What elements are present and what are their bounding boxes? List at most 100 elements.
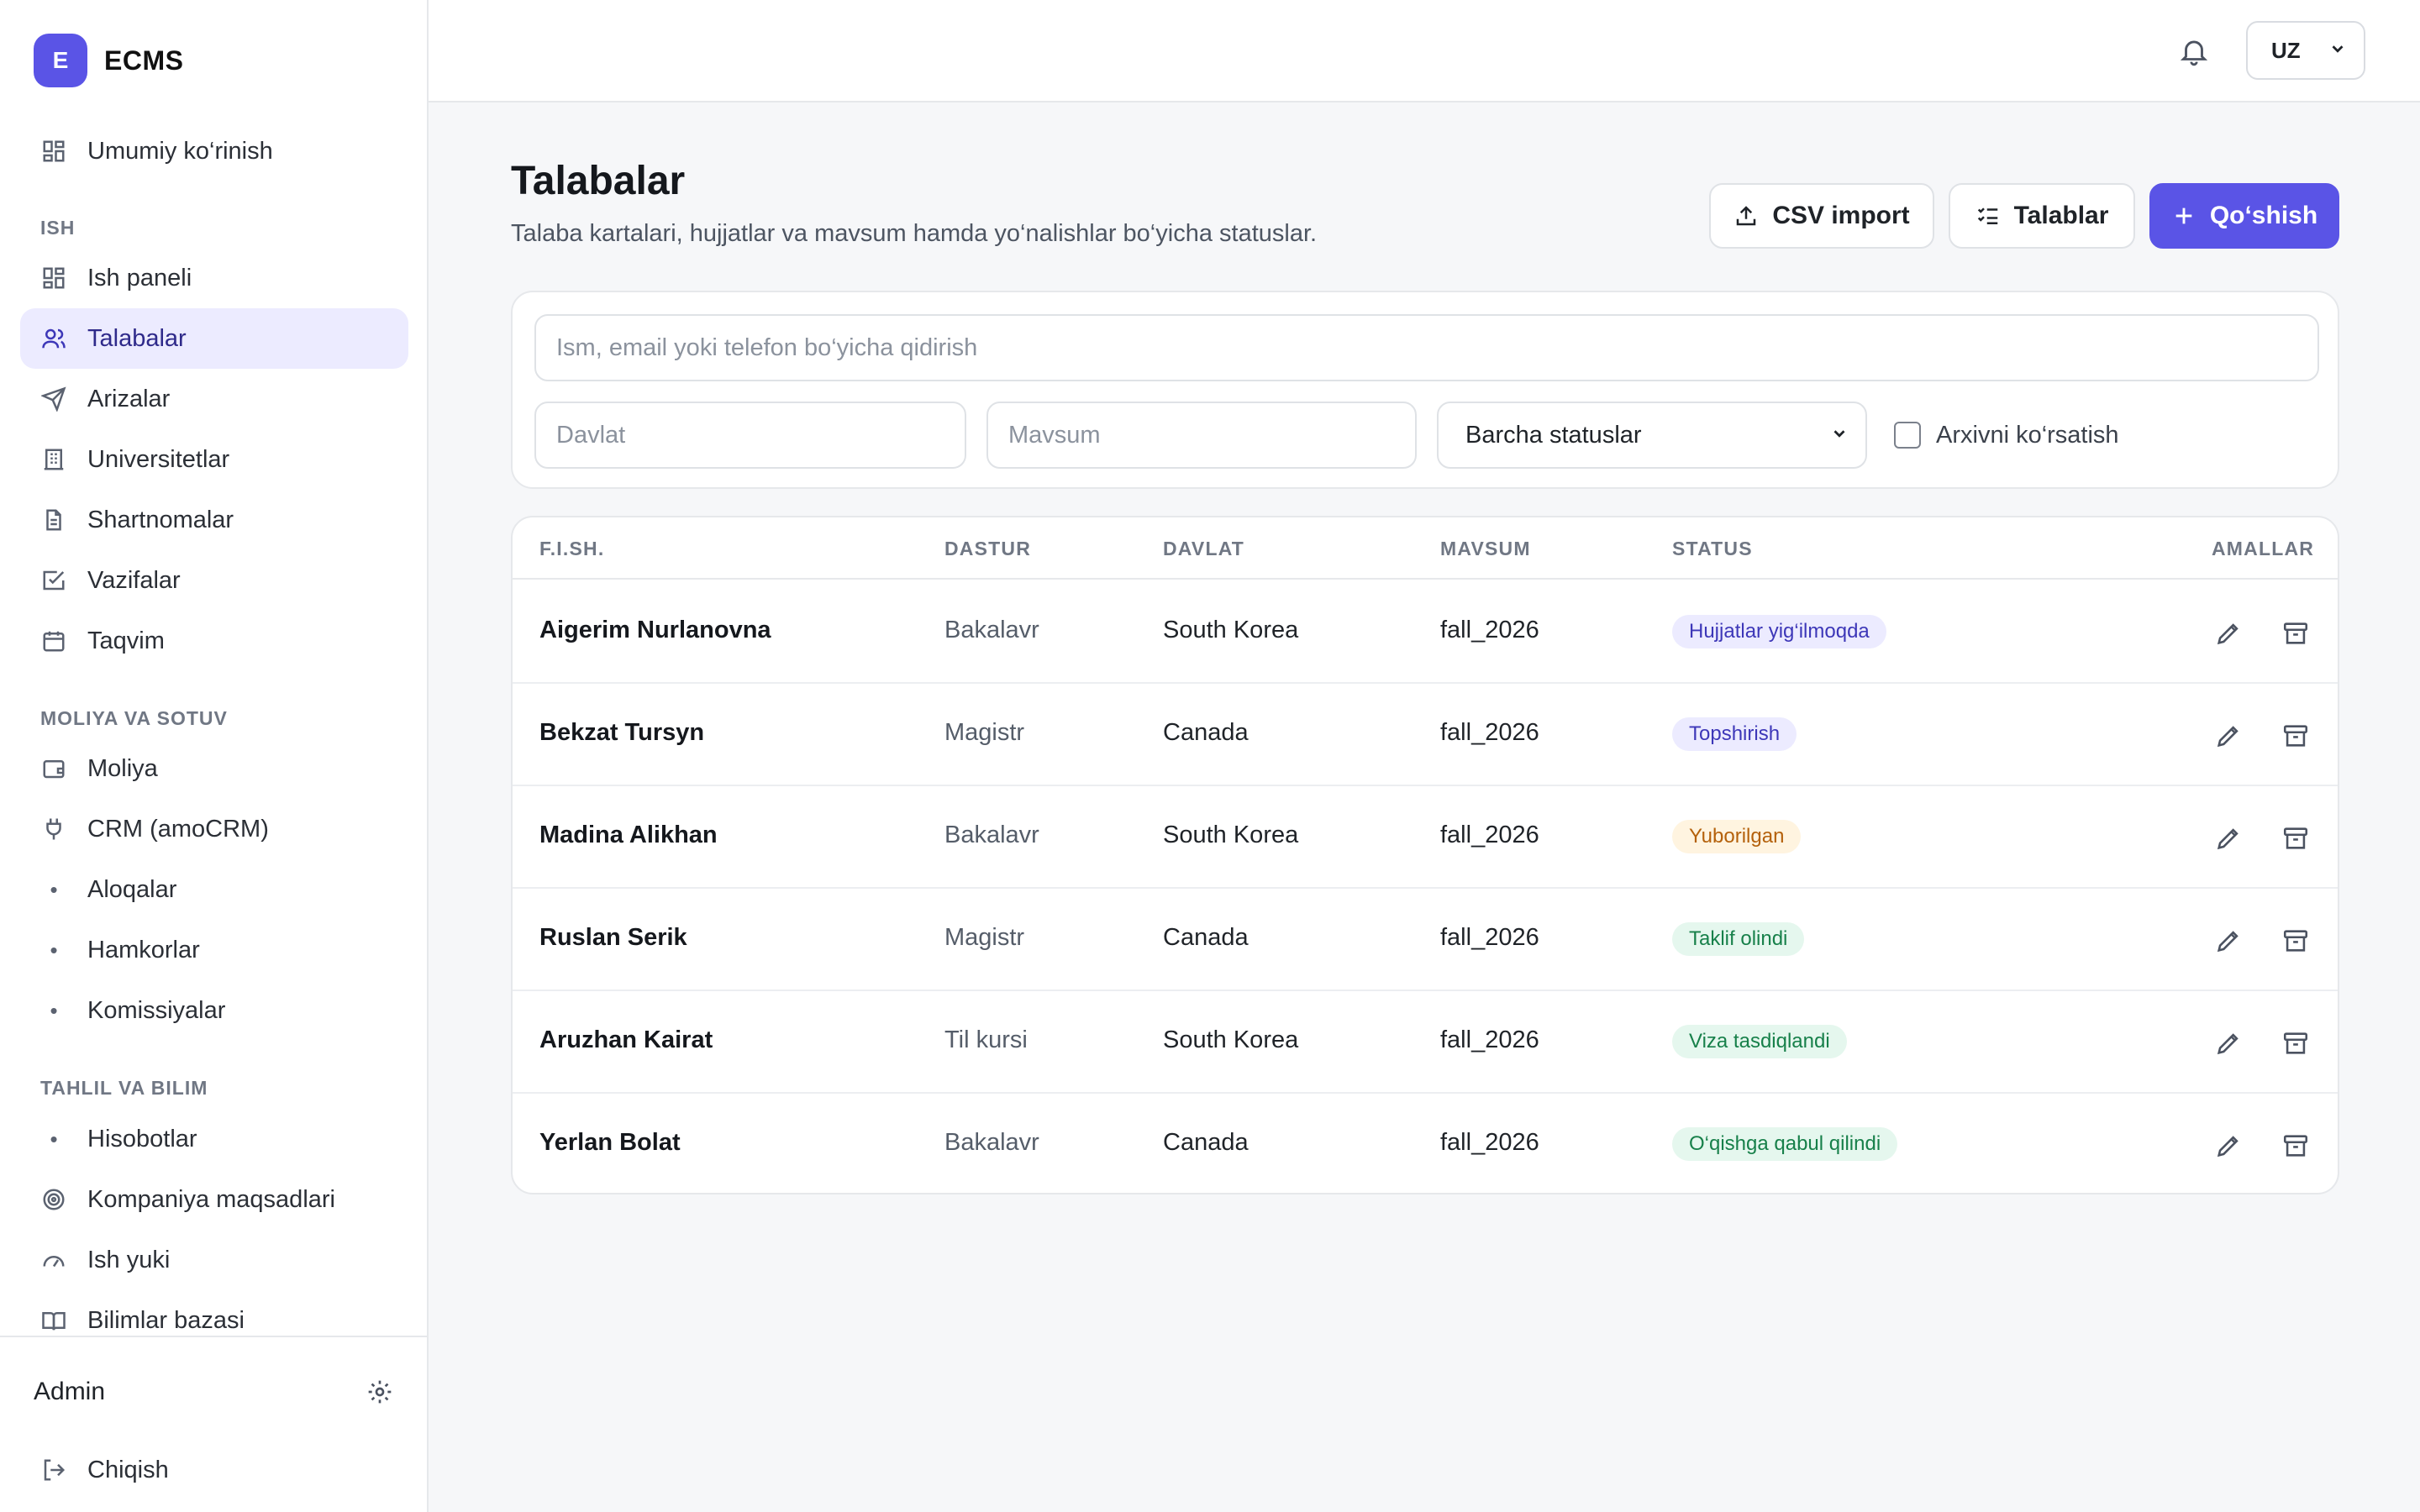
edit-icon[interactable] bbox=[2213, 1131, 2244, 1161]
bullet-icon: • bbox=[50, 997, 58, 1023]
students-table: F.I.SH. DASTUR DAVLAT MAVSUM STATUS AMAL… bbox=[511, 516, 2339, 1194]
sidebar-item-label: Ish paneli bbox=[87, 264, 192, 291]
sidebar-item-students[interactable]: Talabalar bbox=[20, 308, 408, 369]
student-season: fall_2026 bbox=[1440, 924, 1539, 951]
archive-checkbox[interactable] bbox=[1894, 422, 1921, 449]
column-header-program[interactable]: DASTUR bbox=[944, 538, 1031, 560]
language-select[interactable]: UZ bbox=[2246, 21, 2365, 80]
student-name[interactable]: Bekzat Tursyn bbox=[539, 719, 704, 747]
season-filter[interactable] bbox=[986, 402, 1417, 469]
brand-logo: E bbox=[34, 34, 87, 87]
gear-icon[interactable] bbox=[365, 1377, 395, 1407]
country-filter[interactable] bbox=[534, 402, 966, 469]
student-name[interactable]: Ruslan Serik bbox=[539, 924, 687, 952]
table-row[interactable]: Bekzat Tursyn Magistr Canada fall_2026 Topsh… bbox=[513, 684, 2338, 786]
student-season: fall_2026 bbox=[1440, 1129, 1539, 1156]
sidebar-item-contacts[interactable]: • Aloqalar bbox=[20, 859, 408, 920]
upload-icon bbox=[1733, 203, 1759, 228]
sidebar-item-reports[interactable]: • Hisobotlar bbox=[20, 1109, 408, 1169]
sidebar-item-overview[interactable]: Umumiy ko‘rinish bbox=[20, 121, 408, 181]
archive-label: Arxivni ko‘rsatish bbox=[1936, 421, 2119, 449]
add-button[interactable]: Qo‘shish bbox=[2149, 183, 2339, 249]
student-program: Bakalavr bbox=[944, 617, 1039, 643]
sidebar-item-workload[interactable]: Ish yuki bbox=[20, 1230, 408, 1290]
target-icon bbox=[40, 1186, 67, 1213]
edit-icon[interactable] bbox=[2213, 823, 2244, 853]
archive-icon[interactable] bbox=[2281, 1131, 2311, 1161]
edit-icon[interactable] bbox=[2213, 926, 2244, 956]
sidebar-item-label: Arizalar bbox=[87, 385, 171, 412]
student-country: South Korea bbox=[1163, 617, 1299, 643]
sidebar-item-label: Vazifalar bbox=[87, 566, 181, 594]
sidebar-item-label: Talabalar bbox=[87, 324, 187, 352]
sidebar-footer: Admin Chiqish bbox=[0, 1336, 427, 1512]
status-badge: Taklif olindi bbox=[1672, 922, 1805, 956]
section-heading-analytics: TAHLIL VA BILIM bbox=[40, 1077, 208, 1099]
table-row[interactable]: Ruslan Serik Magistr Canada fall_2026 Taklif… bbox=[513, 889, 2338, 991]
table-row[interactable]: Aigerim Nurlanovna Bakalavr South Korea fal… bbox=[513, 581, 2338, 684]
edit-icon[interactable] bbox=[2213, 618, 2244, 648]
sidebar-item-label: Shartnomalar bbox=[87, 506, 234, 533]
archive-icon[interactable] bbox=[2281, 823, 2311, 853]
logout-label: Chiqish bbox=[87, 1456, 169, 1483]
send-icon bbox=[40, 386, 67, 412]
sidebar-item-label: Kompaniya maqsadlari bbox=[87, 1185, 335, 1213]
student-name[interactable]: Aigerim Nurlanovna bbox=[539, 617, 771, 644]
sidebar-item-commissions[interactable]: • Komissiyalar bbox=[20, 980, 408, 1041]
column-header-status[interactable]: STATUS bbox=[1672, 538, 1753, 560]
status-select[interactable]: Barcha statuslar bbox=[1437, 402, 1867, 469]
checklist-icon bbox=[1975, 203, 2001, 228]
column-header-country[interactable]: DAVLAT bbox=[1163, 538, 1244, 560]
column-header-season[interactable]: MAVSUM bbox=[1440, 538, 1531, 560]
bullet-icon: • bbox=[50, 876, 58, 902]
grid-icon bbox=[40, 138, 67, 165]
archive-icon[interactable] bbox=[2281, 1028, 2311, 1058]
gauge-icon bbox=[40, 1247, 67, 1273]
sidebar-item-finance[interactable]: Moliya bbox=[20, 738, 408, 799]
sidebar-item-goals[interactable]: Kompaniya maqsadlari bbox=[20, 1169, 408, 1230]
logout-button[interactable]: Chiqish bbox=[20, 1440, 408, 1500]
bell-icon[interactable] bbox=[2175, 32, 2213, 71]
archive-toggle[interactable]: Arxivni ko‘rsatish bbox=[1894, 418, 2119, 452]
table-header: F.I.SH. DASTUR DAVLAT MAVSUM STATUS AMAL… bbox=[513, 517, 2338, 580]
table-row[interactable]: Madina Alikhan Bakalavr South Korea fall_20… bbox=[513, 786, 2338, 889]
sidebar-item-label: Hamkorlar bbox=[87, 936, 200, 963]
requirements-label: Talablar bbox=[2013, 202, 2109, 229]
column-header-name[interactable]: F.I.SH. bbox=[539, 538, 604, 560]
student-program: Magistr bbox=[944, 924, 1025, 951]
student-program: Bakalavr bbox=[944, 1129, 1039, 1156]
sidebar-item-label: Moliya bbox=[87, 754, 158, 782]
logout-icon bbox=[40, 1457, 67, 1483]
archive-icon[interactable] bbox=[2281, 618, 2311, 648]
requirements-button[interactable]: Talablar bbox=[1949, 183, 2135, 249]
calendar-icon bbox=[40, 627, 67, 654]
search-input[interactable] bbox=[534, 314, 2319, 381]
student-name[interactable]: Madina Alikhan bbox=[539, 822, 718, 849]
brand[interactable]: E ECMS bbox=[34, 34, 183, 87]
column-header-actions: AMALLAR bbox=[2212, 538, 2315, 559]
status-select-value: Barcha statuslar bbox=[1465, 421, 1642, 449]
sidebar-item-tasks[interactable]: Vazifalar bbox=[20, 550, 408, 611]
archive-icon[interactable] bbox=[2281, 721, 2311, 751]
student-season: fall_2026 bbox=[1440, 1026, 1539, 1053]
student-name[interactable]: Aruzhan Kairat bbox=[539, 1026, 713, 1054]
document-icon bbox=[40, 507, 67, 533]
archive-icon[interactable] bbox=[2281, 926, 2311, 956]
checkbox-icon bbox=[40, 567, 67, 594]
sidebar-item-contracts[interactable]: Shartnomalar bbox=[20, 490, 408, 550]
sidebar-item-dashboard[interactable]: Ish paneli bbox=[20, 248, 408, 308]
sidebar-item-universities[interactable]: Universitetlar bbox=[20, 429, 408, 490]
sidebar-item-crm[interactable]: CRM (amoCRM) bbox=[20, 799, 408, 859]
language-value: UZ bbox=[2271, 37, 2301, 63]
student-name[interactable]: Yerlan Bolat bbox=[539, 1129, 681, 1157]
sidebar-item-applications[interactable]: Arizalar bbox=[20, 369, 408, 429]
filters-panel: Barcha statuslar Arxivni ko‘rsatish bbox=[511, 291, 2339, 489]
sidebar: E ECMS Umumiy ko‘rinish ISH Ish paneli T… bbox=[0, 0, 429, 1512]
edit-icon[interactable] bbox=[2213, 721, 2244, 751]
csv-import-button[interactable]: CSV import bbox=[1709, 183, 1934, 249]
table-row[interactable]: Yerlan Bolat Bakalavr Canada fall_2026 O‘qis… bbox=[513, 1094, 2338, 1193]
sidebar-item-partners[interactable]: • Hamkorlar bbox=[20, 920, 408, 980]
sidebar-item-calendar[interactable]: Taqvim bbox=[20, 611, 408, 671]
edit-icon[interactable] bbox=[2213, 1028, 2244, 1058]
table-row[interactable]: Aruzhan Kairat Til kursi South Korea fall_2… bbox=[513, 991, 2338, 1094]
